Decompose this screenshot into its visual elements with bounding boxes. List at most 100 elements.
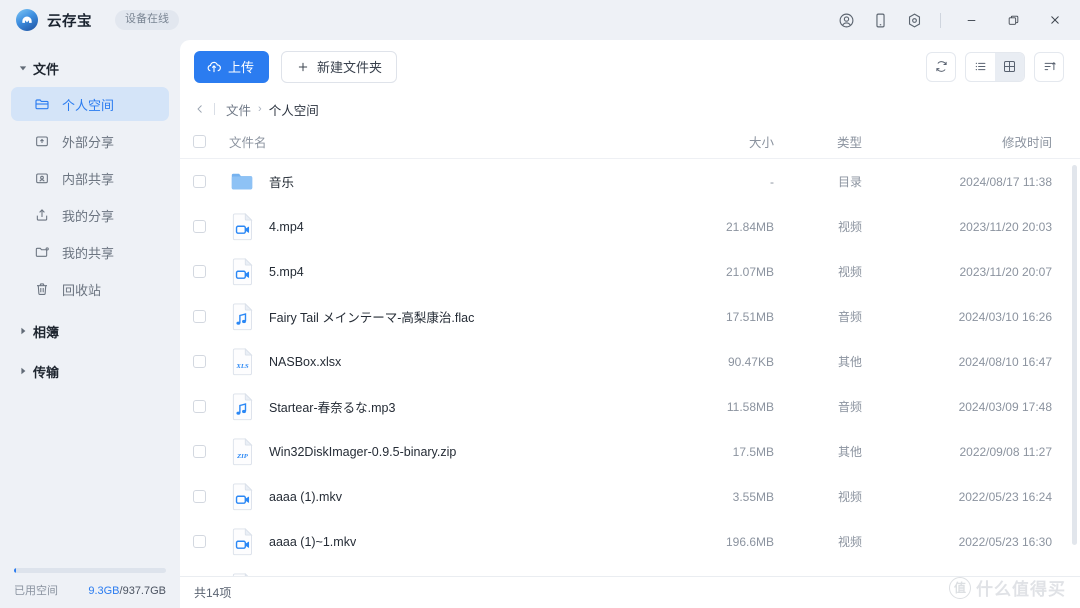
column-header-size[interactable]: 大小 xyxy=(660,132,790,151)
toolbar-view-controls xyxy=(926,52,1064,82)
table-body: 音乐-目录2024/08/17 11:384.mp421.84MB视频2023/… xyxy=(180,159,1080,576)
device-status-badge: 设备在线 xyxy=(115,10,179,30)
table-row[interactable]: Startear-春奈るな.mp311.58MB音频2024/03/09 17:… xyxy=(180,384,1080,429)
breadcrumb-current[interactable]: 个人空间 xyxy=(269,100,319,119)
sidebar-item-my-shared[interactable]: 我的共享 xyxy=(11,235,169,269)
my-shared-folder-icon xyxy=(33,244,50,261)
vertical-scrollbar[interactable] xyxy=(1072,165,1077,545)
upload-button[interactable]: 上传 xyxy=(194,51,269,83)
row-checkbox[interactable] xyxy=(193,535,229,548)
svg-text:ZIP: ZIP xyxy=(236,452,249,459)
column-header-time[interactable]: 修改时间 xyxy=(890,132,1070,151)
file-name-cell[interactable]: XLSNASBox.xlsx xyxy=(229,348,660,376)
checkbox-box xyxy=(193,310,206,323)
video-file-icon xyxy=(229,258,255,286)
table-row[interactable] xyxy=(180,564,1080,576)
sidebar-item-external-share[interactable]: 外部分享 xyxy=(11,124,169,158)
sidebar-group-albums[interactable]: 相簿 xyxy=(0,316,180,346)
row-checkbox[interactable] xyxy=(193,355,229,368)
file-name-cell[interactable]: ZIP Win32DiskImager-0.9.5-binary.zip xyxy=(229,438,660,466)
file-size: 3.55MB xyxy=(660,490,790,504)
file-type: 目录 xyxy=(790,173,890,190)
sidebar-item-label: 外部分享 xyxy=(62,132,114,151)
row-checkbox[interactable] xyxy=(193,220,229,233)
row-checkbox[interactable] xyxy=(193,400,229,413)
column-header-type[interactable]: 类型 xyxy=(790,132,890,151)
sidebar-item-recycle-bin[interactable]: 回收站 xyxy=(11,272,169,306)
file-size: 90.47KB xyxy=(660,355,790,369)
file-type: 音频 xyxy=(790,398,890,415)
sidebar-group-files[interactable]: 文件 xyxy=(0,53,180,83)
settings-icon[interactable] xyxy=(897,4,931,36)
mobile-icon[interactable] xyxy=(863,4,897,36)
svg-text:XLS: XLS xyxy=(235,362,249,369)
row-checkbox[interactable] xyxy=(193,265,229,278)
close-icon[interactable] xyxy=(1034,3,1076,37)
external-share-icon xyxy=(33,133,50,150)
chevron-right-icon xyxy=(18,327,27,336)
file-size: 17.51MB xyxy=(660,310,790,324)
sidebar-group-transfer[interactable]: 传输 xyxy=(0,356,180,386)
file-name-cell[interactable]: 音乐 xyxy=(229,168,660,196)
table-row[interactable]: 4.mp421.84MB视频2023/11/20 20:03 xyxy=(180,204,1080,249)
storage-progress-fill xyxy=(14,568,16,573)
storage-text-row: 已用空间 9.3GB/937.7GB xyxy=(14,582,166,598)
file-name: Win32DiskImager-0.9.5-binary.zip xyxy=(269,445,456,459)
table-row[interactable]: aaaa (1)~1.mkv196.6MB视频2022/05/23 16:30 xyxy=(180,519,1080,564)
sidebar-item-my-share[interactable]: 我的分享 xyxy=(11,198,169,232)
row-checkbox[interactable] xyxy=(193,310,229,323)
row-checkbox[interactable] xyxy=(193,490,229,503)
file-size: 21.84MB xyxy=(660,220,790,234)
title-bar: 云存宝 设备在线 xyxy=(0,0,1080,40)
file-name: aaaa (1).mkv xyxy=(269,490,342,504)
checkbox-box xyxy=(193,175,206,188)
file-modified-time: 2023/11/20 20:03 xyxy=(890,220,1070,234)
brand: 云存宝 设备在线 xyxy=(16,9,179,31)
sidebar-item-personal-space[interactable]: 个人空间 xyxy=(11,87,169,121)
checkbox-box xyxy=(193,135,206,148)
table-row[interactable]: Fairy Tail メインテーマ-高梨康治.flac17.51MB音频2024… xyxy=(180,294,1080,339)
file-name: aaaa (1)~1.mkv xyxy=(269,535,356,549)
sidebar: 文件 个人空间 xyxy=(0,40,180,608)
file-name-cell[interactable]: 5.mp4 xyxy=(229,258,660,286)
sidebar-item-label: 我的分享 xyxy=(62,206,114,225)
chevron-down-icon xyxy=(18,64,27,73)
checkbox-box xyxy=(193,220,206,233)
folder-icon xyxy=(33,96,50,113)
file-name-cell[interactable]: Fairy Tail メインテーマ-高梨康治.flac xyxy=(229,303,660,331)
breadcrumb-root[interactable]: 文件 xyxy=(226,100,251,119)
select-all-checkbox[interactable] xyxy=(193,135,229,148)
file-name-cell[interactable]: aaaa (1)~1.mkv xyxy=(229,528,660,556)
row-checkbox[interactable] xyxy=(193,445,229,458)
table-row[interactable]: 5.mp421.07MB视频2023/11/20 20:07 xyxy=(180,249,1080,294)
table-row[interactable]: 音乐-目录2024/08/17 11:38 xyxy=(180,159,1080,204)
table-row[interactable]: aaaa (1).mkv3.55MB视频2022/05/23 16:24 xyxy=(180,474,1080,519)
grid-view-icon[interactable] xyxy=(995,53,1024,81)
list-view-icon[interactable] xyxy=(966,53,995,81)
table-row[interactable]: ZIPWin32DiskImager-0.9.5-binary.zip17.5M… xyxy=(180,429,1080,474)
column-header-name[interactable]: 文件名 xyxy=(229,132,660,151)
account-icon[interactable] xyxy=(829,4,863,36)
table-row[interactable]: XLSNASBox.xlsx90.47KB其他2024/08/10 16:47 xyxy=(180,339,1080,384)
file-name-cell[interactable]: 4.mp4 xyxy=(229,213,660,241)
minimize-icon[interactable] xyxy=(950,3,992,37)
checkbox-box xyxy=(193,355,206,368)
content-toolbar: 上传 新建文件夹 xyxy=(180,40,1080,93)
row-checkbox[interactable] xyxy=(193,175,229,188)
new-folder-button[interactable]: 新建文件夹 xyxy=(281,51,397,83)
refresh-icon[interactable] xyxy=(926,52,956,82)
file-name-cell[interactable]: aaaa (1).mkv xyxy=(229,483,660,511)
app-title: 云存宝 xyxy=(47,10,92,31)
sidebar-group-label: 传输 xyxy=(33,362,59,381)
file-name: Fairy Tail メインテーマ-高梨康治.flac xyxy=(269,307,474,326)
file-name-cell[interactable] xyxy=(229,573,660,577)
breadcrumb-divider xyxy=(214,103,215,115)
file-size: 21.07MB xyxy=(660,265,790,279)
file-table: 文件名 大小 类型 修改时间 音乐-目录2024/08/17 11:384.mp… xyxy=(180,125,1080,576)
sidebar-item-internal-share[interactable]: 内部共享 xyxy=(11,161,169,195)
sort-icon[interactable] xyxy=(1034,52,1064,82)
maximize-icon[interactable] xyxy=(992,3,1034,37)
checkbox-box xyxy=(193,265,206,278)
chevron-left-icon[interactable] xyxy=(194,103,214,115)
file-name-cell[interactable]: Startear-春奈るな.mp3 xyxy=(229,393,660,421)
